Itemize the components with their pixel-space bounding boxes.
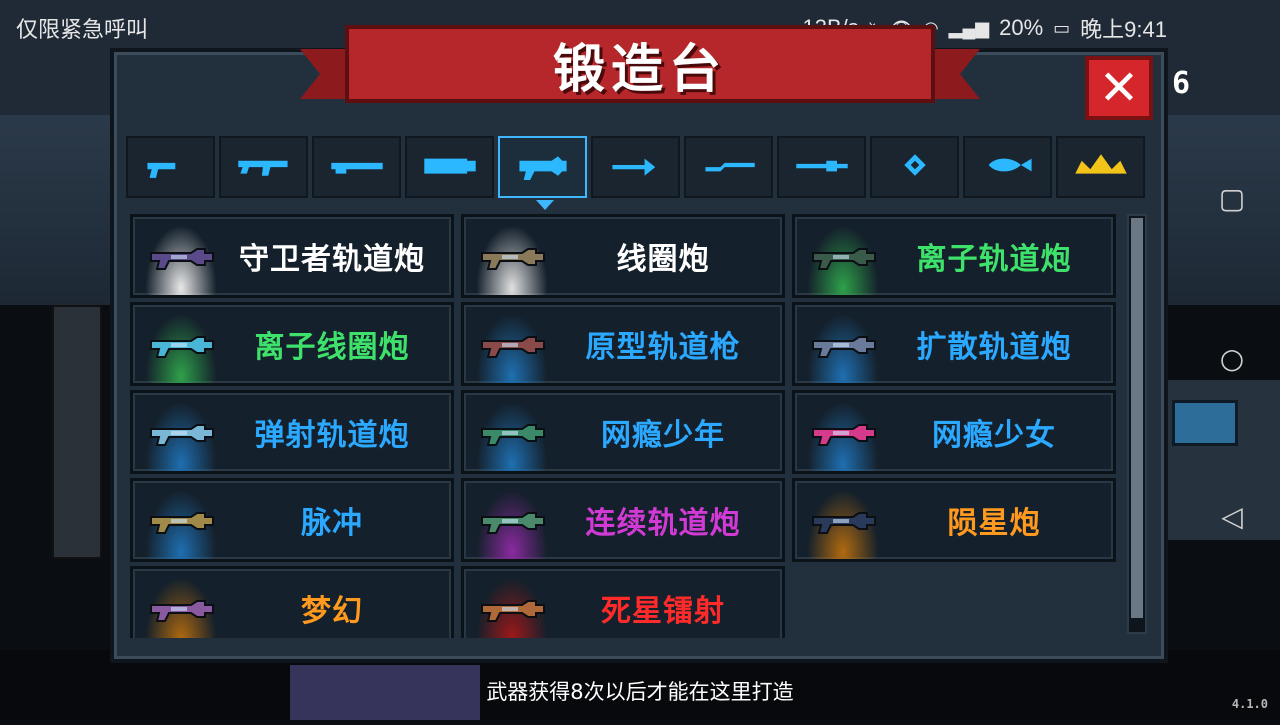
home-button[interactable]: ○ bbox=[1212, 342, 1252, 375]
active-tab-indicator bbox=[536, 200, 554, 210]
tab-pistol[interactable] bbox=[126, 136, 215, 198]
rail-gun-icon bbox=[515, 150, 571, 184]
weapon-card[interactable]: 梦幻 bbox=[130, 566, 454, 638]
pistol-icon bbox=[143, 150, 199, 184]
hint-text: 武器获得8次以后才能在这里打造 bbox=[486, 680, 794, 704]
weapon-icon bbox=[478, 509, 548, 535]
heavy-gun-icon bbox=[422, 150, 478, 184]
close-button[interactable]: ✕ bbox=[1085, 56, 1153, 120]
weapon-icon bbox=[147, 509, 217, 535]
weapon-card[interactable]: 线圈炮 bbox=[461, 214, 785, 298]
weapon-icon bbox=[147, 333, 217, 359]
tab-throwable[interactable] bbox=[870, 136, 959, 198]
tab-rail-gun[interactable] bbox=[498, 136, 587, 210]
weapon-name: 连续轨道炮 bbox=[585, 506, 741, 541]
weapon-card[interactable]: 网瘾少年 bbox=[461, 390, 785, 474]
version-label: 4.1.0 bbox=[1231, 697, 1268, 711]
weapon-card[interactable]: 守卫者轨道炮 bbox=[130, 214, 454, 298]
tab-heavy-gun[interactable] bbox=[405, 136, 494, 198]
crossbow-icon bbox=[608, 150, 664, 184]
sniper-icon bbox=[794, 150, 850, 184]
title-plate: 锻造台 bbox=[345, 25, 935, 103]
fish-icon bbox=[980, 150, 1036, 184]
weapon-icon bbox=[478, 333, 548, 359]
weapon-name: 扩散轨道炮 bbox=[916, 330, 1072, 365]
tab-sniper[interactable] bbox=[777, 136, 866, 198]
weapon-name: 死星镭射 bbox=[601, 594, 725, 629]
weapon-card[interactable]: 弹射轨道炮 bbox=[130, 390, 454, 474]
weapon-card[interactable]: 脉冲 bbox=[130, 478, 454, 562]
pillar bbox=[52, 305, 102, 559]
weapon-icon bbox=[478, 245, 548, 271]
weapon-name: 离子轨道炮 bbox=[916, 242, 1072, 277]
tab-assault-rifle[interactable] bbox=[219, 136, 308, 198]
weapon-name: 线圈炮 bbox=[616, 242, 710, 277]
weapon-icon bbox=[809, 509, 879, 535]
melee-icon bbox=[701, 150, 757, 184]
page-title: 锻造台 bbox=[552, 39, 727, 100]
weapon-icon bbox=[147, 597, 217, 623]
weapon-card[interactable]: 离子轨道炮 bbox=[792, 214, 1116, 298]
back-button[interactable]: ◁ bbox=[1212, 500, 1252, 533]
weapon-icon bbox=[809, 333, 879, 359]
weapon-name: 脉冲 bbox=[301, 506, 363, 541]
weapon-name: 离子线圈炮 bbox=[254, 330, 410, 365]
weapon-name: 梦幻 bbox=[301, 594, 363, 629]
close-icon: ✕ bbox=[1098, 60, 1140, 116]
clock: 晚上9:41 bbox=[1080, 17, 1167, 42]
tab-special-crown[interactable] bbox=[1056, 136, 1145, 198]
special-crown-icon bbox=[1073, 150, 1129, 184]
assault-rifle-icon bbox=[236, 150, 292, 184]
weapon-icon bbox=[809, 245, 879, 271]
weapon-card[interactable]: 死星镭射 bbox=[461, 566, 785, 638]
monitor-prop bbox=[1172, 400, 1238, 446]
scrollbar[interactable] bbox=[1127, 214, 1147, 634]
recent-apps-button[interactable]: ▢ bbox=[1212, 182, 1252, 215]
weapon-card[interactable]: 连续轨道炮 bbox=[461, 478, 785, 562]
weapon-card[interactable]: 原型轨道枪 bbox=[461, 302, 785, 386]
tab-melee[interactable] bbox=[684, 136, 773, 198]
weapon-icon bbox=[478, 597, 548, 623]
weapon-name: 弹射轨道炮 bbox=[254, 418, 410, 453]
weapon-card[interactable]: 陨星炮 bbox=[792, 478, 1116, 562]
tab-shotgun[interactable] bbox=[312, 136, 401, 198]
weapon-name: 原型轨道枪 bbox=[585, 330, 741, 365]
weapon-name: 网瘾少年 bbox=[601, 418, 725, 453]
battery-percent: 20% bbox=[999, 15, 1044, 40]
scrollbar-thumb[interactable] bbox=[1131, 218, 1143, 618]
weapon-name: 守卫者轨道炮 bbox=[239, 242, 425, 277]
weapon-icon bbox=[147, 421, 217, 447]
weapon-name: 陨星炮 bbox=[947, 506, 1041, 541]
tab-crossbow[interactable] bbox=[591, 136, 680, 198]
weapon-name: 网瘾少女 bbox=[932, 418, 1056, 453]
gem-count: 6 bbox=[1172, 66, 1191, 101]
weapon-icon bbox=[809, 421, 879, 447]
weapon-grid: 守卫者轨道炮 线圈炮 离子轨道炮离子线圈炮 原型轨道枪 扩散轨道炮弹射轨道炮 网瘾少年 网瘾… bbox=[130, 214, 1122, 638]
weapon-icon bbox=[478, 421, 548, 447]
title-banner: 锻造台 bbox=[300, 25, 980, 105]
weapon-card[interactable]: 网瘾少女 bbox=[792, 390, 1116, 474]
battery-icon: ▭ bbox=[1053, 17, 1071, 38]
weapon-card[interactable]: 离子线圈炮 bbox=[130, 302, 454, 386]
weapon-icon bbox=[147, 245, 217, 271]
weapon-card[interactable]: 扩散轨道炮 bbox=[792, 302, 1116, 386]
tab-fish[interactable] bbox=[963, 136, 1052, 198]
throwable-icon bbox=[887, 150, 943, 184]
status-left-text: 仅限紧急呼叫 bbox=[16, 17, 149, 42]
shotgun-icon bbox=[329, 150, 385, 184]
category-tabs bbox=[126, 136, 1145, 210]
